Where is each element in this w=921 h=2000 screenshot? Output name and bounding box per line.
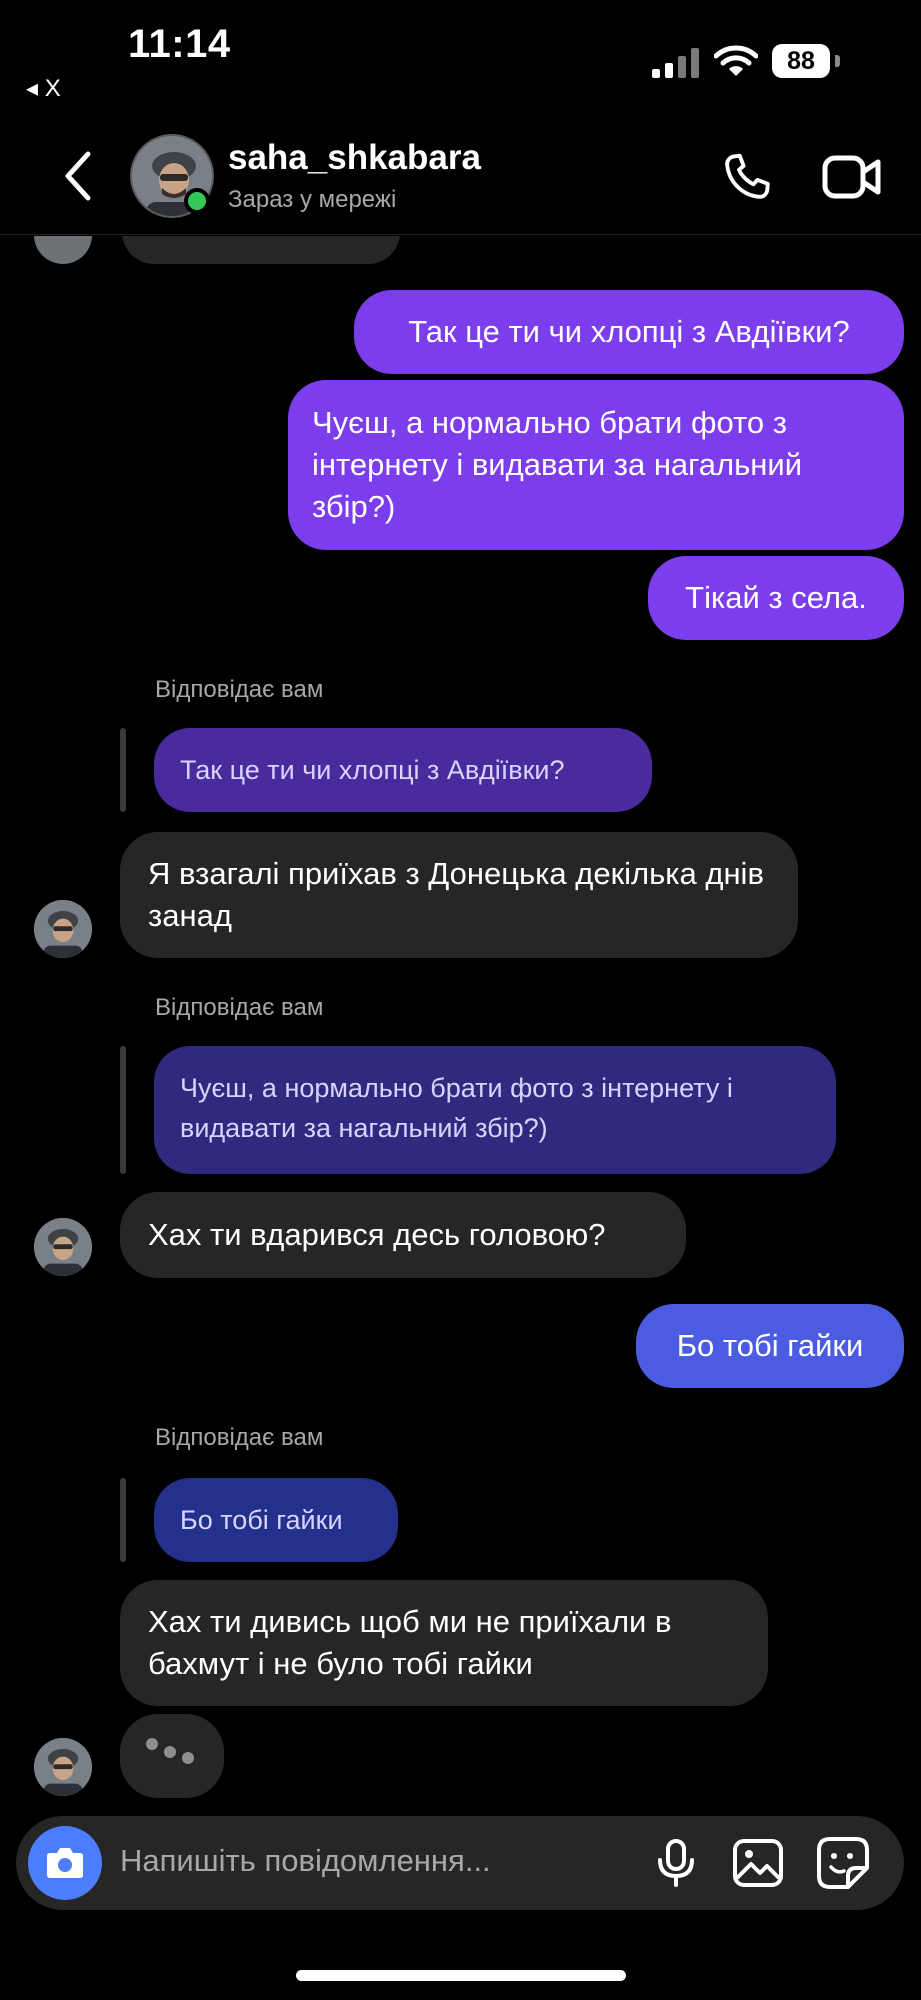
sender-avatar bbox=[34, 1738, 92, 1796]
contact-status: Зараз у мережі bbox=[228, 186, 397, 213]
home-indicator[interactable] bbox=[296, 1970, 626, 1981]
reply-quote-bar bbox=[120, 1478, 126, 1562]
online-status-dot bbox=[184, 188, 210, 214]
sent-message[interactable]: Так це ти чи хлопці з Авдіївки? bbox=[354, 290, 904, 374]
back-to-app-link[interactable]: ◂ X bbox=[26, 74, 61, 103]
sender-avatar bbox=[34, 236, 92, 264]
header-divider bbox=[0, 234, 921, 235]
received-message[interactable]: Хах ти вдарився десь головою? bbox=[120, 1192, 686, 1278]
battery-indicator: 88 bbox=[772, 44, 840, 80]
reply-quote-bar bbox=[120, 728, 126, 812]
video-call-icon[interactable] bbox=[822, 150, 882, 204]
reply-label: Відповідає вам bbox=[155, 1424, 324, 1451]
microphone-icon[interactable] bbox=[656, 1838, 696, 1888]
reply-quote-bar bbox=[120, 1046, 126, 1174]
reply-label: Відповідає вам bbox=[155, 994, 324, 1021]
wifi-icon bbox=[713, 44, 759, 78]
back-button[interactable] bbox=[58, 150, 98, 202]
sent-message[interactable]: Бо тобі гайки bbox=[636, 1304, 904, 1388]
quoted-message[interactable]: Чуєш, а нормально брати фото з інтернету… bbox=[154, 1046, 836, 1174]
reply-label: Відповідає вам bbox=[155, 676, 324, 703]
phone-call-icon[interactable] bbox=[718, 148, 776, 206]
quoted-message[interactable]: Так це ти чи хлопці з Авдіївки? bbox=[154, 728, 652, 812]
battery-level: 88 bbox=[772, 44, 830, 78]
contact-username[interactable]: saha_shkabara bbox=[228, 138, 481, 178]
received-message[interactable]: Я взагалі приїхав з Донецька декілька дн… bbox=[120, 832, 798, 958]
quoted-message[interactable]: Бо тобі гайки bbox=[154, 1478, 398, 1562]
sent-message[interactable]: Тікай з села. bbox=[648, 556, 904, 640]
gallery-icon[interactable] bbox=[732, 1838, 784, 1888]
received-message[interactable]: Хах ти дивись щоб ми не приїхали в бахму… bbox=[120, 1580, 768, 1706]
message-input[interactable]: Напишіть повідомлення... bbox=[120, 1843, 491, 1879]
typing-indicator bbox=[120, 1714, 224, 1798]
sender-avatar bbox=[34, 1218, 92, 1276]
cellular-signal-icon bbox=[652, 48, 700, 78]
camera-icon bbox=[47, 1848, 83, 1878]
sticker-icon[interactable] bbox=[816, 1836, 870, 1890]
sender-avatar bbox=[34, 900, 92, 958]
sent-message[interactable]: Чуєш, а нормально брати фото з інтернету… bbox=[288, 380, 904, 550]
status-time: 11:14 bbox=[128, 22, 231, 66]
camera-button[interactable] bbox=[28, 1826, 102, 1900]
